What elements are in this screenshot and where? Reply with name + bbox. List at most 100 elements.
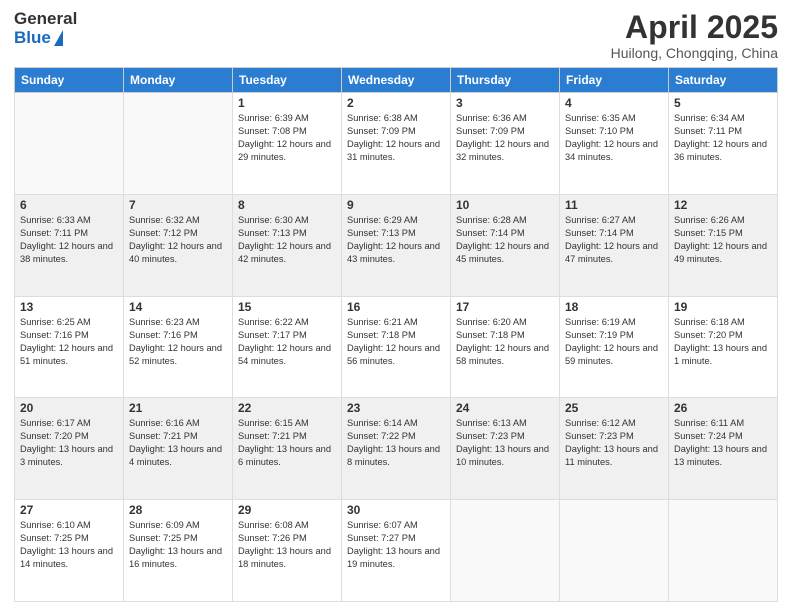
day-number: 9: [347, 198, 445, 212]
calendar-cell: 21 Sunrise: 6:16 AM Sunset: 7:21 PM Dayli…: [124, 398, 233, 500]
day-info: Sunrise: 6:10 AM Sunset: 7:25 PM Dayligh…: [20, 519, 118, 571]
calendar-cell: 12 Sunrise: 6:26 AM Sunset: 7:15 PM Dayli…: [669, 194, 778, 296]
calendar-cell: 15Sunrise: 6:22 AM Sunset: 7:17 PM Dayli…: [233, 296, 342, 398]
day-info: Sunrise: 6:33 AM Sunset: 7:11 PM Dayligh…: [20, 214, 118, 266]
day-info: Sunrise: 6:12 AM Sunset: 7:23 PM Dayligh…: [565, 417, 663, 469]
day-info: Sunrise: 6:19 AM Sunset: 7:19 PM Dayligh…: [565, 316, 663, 368]
day-info: Sunrise: 6:11 AM Sunset: 7:24 PM Dayligh…: [674, 417, 772, 469]
day-info: Sunrise: 6:35 AM Sunset: 7:10 PM Dayligh…: [565, 112, 663, 164]
day-info: Sunrise: 6:39 AM Sunset: 7:08 PM Dayligh…: [238, 112, 336, 164]
calendar-cell: 8 Sunrise: 6:30 AM Sunset: 7:13 PM Daylig…: [233, 194, 342, 296]
calendar-cell: 10 Sunrise: 6:28 AM Sunset: 7:14 PM Dayli…: [451, 194, 560, 296]
calendar-cell: 27 Sunrise: 6:10 AM Sunset: 7:25 PM Dayli…: [15, 500, 124, 602]
calendar-table: SundayMondayTuesdayWednesdayThursdayFrid…: [14, 67, 778, 602]
calendar-cell: 4Sunrise: 6:35 AM Sunset: 7:10 PM Daylig…: [560, 93, 669, 195]
calendar-cell: 5Sunrise: 6:34 AM Sunset: 7:11 PM Daylig…: [669, 93, 778, 195]
weekday-monday: Monday: [124, 68, 233, 93]
day-number: 2: [347, 96, 445, 110]
weekday-tuesday: Tuesday: [233, 68, 342, 93]
day-info: Sunrise: 6:18 AM Sunset: 7:20 PM Dayligh…: [674, 316, 772, 368]
calendar-cell: 11 Sunrise: 6:27 AM Sunset: 7:14 PM Dayli…: [560, 194, 669, 296]
day-number: 22: [238, 401, 336, 415]
calendar-cell: 6Sunrise: 6:33 AM Sunset: 7:11 PM Daylig…: [15, 194, 124, 296]
day-info: Sunrise: 6:32 AM Sunset: 7:12 PM Dayligh…: [129, 214, 227, 266]
week-row-1: 1 Sunrise: 6:39 AM Sunset: 7:08 PM Daylig…: [15, 93, 778, 195]
day-number: 15: [238, 300, 336, 314]
day-number: 7: [129, 198, 227, 212]
calendar-cell: [124, 93, 233, 195]
calendar-cell: 9 Sunrise: 6:29 AM Sunset: 7:13 PM Daylig…: [342, 194, 451, 296]
day-number: 13: [20, 300, 118, 314]
day-info: Sunrise: 6:29 AM Sunset: 7:13 PM Dayligh…: [347, 214, 445, 266]
calendar-cell: [15, 93, 124, 195]
day-info: Sunrise: 6:14 AM Sunset: 7:22 PM Dayligh…: [347, 417, 445, 469]
calendar-cell: 16 Sunrise: 6:21 AM Sunset: 7:18 PM Dayli…: [342, 296, 451, 398]
week-row-4: 20 Sunrise: 6:17 AM Sunset: 7:20 PM Dayli…: [15, 398, 778, 500]
logo-blue: Blue: [14, 29, 51, 48]
day-number: 1: [238, 96, 336, 110]
day-info: Sunrise: 6:13 AM Sunset: 7:23 PM Dayligh…: [456, 417, 554, 469]
calendar-cell: [669, 500, 778, 602]
weekday-header-row: SundayMondayTuesdayWednesdayThursdayFrid…: [15, 68, 778, 93]
calendar-cell: 30 Sunrise: 6:07 AM Sunset: 7:27 PM Dayli…: [342, 500, 451, 602]
calendar-cell: 28 Sunrise: 6:09 AM Sunset: 7:25 PM Dayli…: [124, 500, 233, 602]
day-info: Sunrise: 6:28 AM Sunset: 7:14 PM Dayligh…: [456, 214, 554, 266]
calendar-cell: 19 Sunrise: 6:18 AM Sunset: 7:20 PM Dayli…: [669, 296, 778, 398]
day-number: 14: [129, 300, 227, 314]
day-number: 26: [674, 401, 772, 415]
day-number: 27: [20, 503, 118, 517]
calendar-title: April 2025: [611, 10, 778, 45]
day-number: 19: [674, 300, 772, 314]
day-number: 8: [238, 198, 336, 212]
calendar-cell: 25 Sunrise: 6:12 AM Sunset: 7:23 PM Dayli…: [560, 398, 669, 500]
day-info: Sunrise: 6:30 AM Sunset: 7:13 PM Dayligh…: [238, 214, 336, 266]
page: General Blue April 2025 Huilong, Chongqi…: [0, 0, 792, 612]
day-info: Sunrise: 6:25 AM Sunset: 7:16 PM Dayligh…: [20, 316, 118, 368]
day-info: Sunrise: 6:16 AM Sunset: 7:21 PM Dayligh…: [129, 417, 227, 469]
logo-triangle-icon: [54, 30, 63, 46]
day-number: 23: [347, 401, 445, 415]
day-number: 5: [674, 96, 772, 110]
day-number: 17: [456, 300, 554, 314]
day-number: 12: [674, 198, 772, 212]
week-row-3: 13 Sunrise: 6:25 AM Sunset: 7:16 PM Dayli…: [15, 296, 778, 398]
day-info: Sunrise: 6:26 AM Sunset: 7:15 PM Dayligh…: [674, 214, 772, 266]
day-number: 10: [456, 198, 554, 212]
day-info: Sunrise: 6:17 AM Sunset: 7:20 PM Dayligh…: [20, 417, 118, 469]
weekday-saturday: Saturday: [669, 68, 778, 93]
calendar-cell: 26 Sunrise: 6:11 AM Sunset: 7:24 PM Dayli…: [669, 398, 778, 500]
day-number: 29: [238, 503, 336, 517]
day-number: 25: [565, 401, 663, 415]
calendar-cell: 13 Sunrise: 6:25 AM Sunset: 7:16 PM Dayli…: [15, 296, 124, 398]
calendar-subtitle: Huilong, Chongqing, China: [611, 45, 778, 61]
day-number: 30: [347, 503, 445, 517]
day-number: 20: [20, 401, 118, 415]
weekday-friday: Friday: [560, 68, 669, 93]
day-info: Sunrise: 6:21 AM Sunset: 7:18 PM Dayligh…: [347, 316, 445, 368]
day-number: 3: [456, 96, 554, 110]
title-area: April 2025 Huilong, Chongqing, China: [611, 10, 778, 61]
day-info: Sunrise: 6:38 AM Sunset: 7:09 PM Dayligh…: [347, 112, 445, 164]
day-number: 28: [129, 503, 227, 517]
calendar-cell: 2 Sunrise: 6:38 AM Sunset: 7:09 PM Daylig…: [342, 93, 451, 195]
logo-general: General: [14, 10, 77, 29]
day-info: Sunrise: 6:36 AM Sunset: 7:09 PM Dayligh…: [456, 112, 554, 164]
day-info: Sunrise: 6:27 AM Sunset: 7:14 PM Dayligh…: [565, 214, 663, 266]
logo: General Blue: [14, 10, 77, 47]
calendar-cell: 23 Sunrise: 6:14 AM Sunset: 7:22 PM Dayli…: [342, 398, 451, 500]
calendar-cell: [560, 500, 669, 602]
day-number: 24: [456, 401, 554, 415]
day-number: 16: [347, 300, 445, 314]
calendar-cell: 22Sunrise: 6:15 AM Sunset: 7:21 PM Dayli…: [233, 398, 342, 500]
day-info: Sunrise: 6:07 AM Sunset: 7:27 PM Dayligh…: [347, 519, 445, 571]
day-info: Sunrise: 6:09 AM Sunset: 7:25 PM Dayligh…: [129, 519, 227, 571]
calendar-cell: 18Sunrise: 6:19 AM Sunset: 7:19 PM Dayli…: [560, 296, 669, 398]
week-row-2: 6Sunrise: 6:33 AM Sunset: 7:11 PM Daylig…: [15, 194, 778, 296]
day-number: 11: [565, 198, 663, 212]
weekday-wednesday: Wednesday: [342, 68, 451, 93]
calendar-cell: [451, 500, 560, 602]
calendar-body: 1 Sunrise: 6:39 AM Sunset: 7:08 PM Daylig…: [15, 93, 778, 602]
day-number: 21: [129, 401, 227, 415]
calendar-cell: 7 Sunrise: 6:32 AM Sunset: 7:12 PM Daylig…: [124, 194, 233, 296]
weekday-thursday: Thursday: [451, 68, 560, 93]
